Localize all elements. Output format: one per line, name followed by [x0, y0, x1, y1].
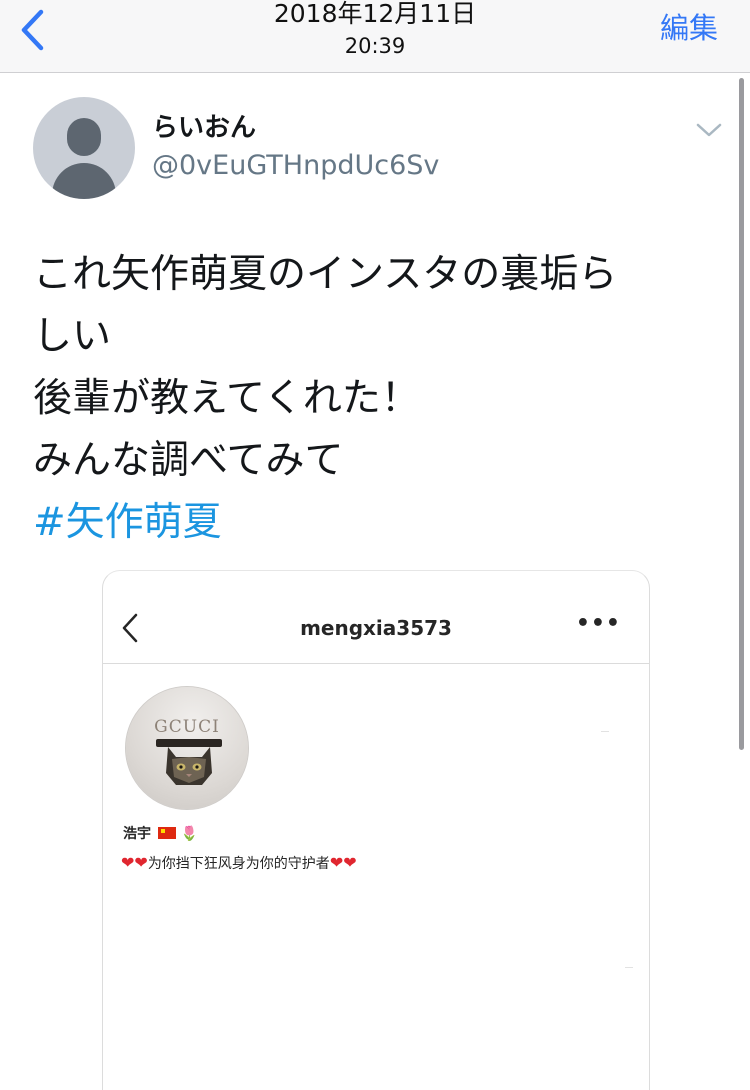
embedded-profile-bio: ❤❤为你挡下狂风身为你的守护者❤❤ — [121, 853, 357, 874]
embedded-profile-name: 浩宇 🌷 — [123, 824, 198, 844]
embedded-username: mengxia3573 — [300, 616, 452, 640]
tweet-line: しい — [33, 314, 112, 359]
default-avatar-head — [67, 118, 101, 156]
tweet-line: 後輩が教えてくれた！ — [33, 376, 420, 421]
author-display-name[interactable]: らいおん — [152, 112, 256, 144]
tweet-line: これ矢作萌夏のインスタの裏垢ら — [33, 252, 618, 297]
navigation-bar: 2018年12月11日 20:39 編集 — [0, 0, 750, 73]
avatar[interactable] — [33, 97, 135, 199]
shirt-brand-text: GCUCI — [154, 717, 220, 737]
default-avatar-body — [52, 163, 116, 199]
scrollbar[interactable] — [739, 78, 744, 750]
more-options-icon: ••• — [575, 611, 621, 636]
edit-button[interactable]: 編集 — [660, 10, 718, 46]
author-handle[interactable]: @0vEuGTHnpdUc6Sv — [152, 150, 439, 182]
heart-icon: ❤❤ — [121, 853, 148, 872]
hashtag-link[interactable]: #矢作萌夏 — [33, 492, 713, 554]
attached-image[interactable]: mengxia3573 ••• GCUCI 浩宇 🌷 ❤❤为你挡下狂风身为你的守… — [102, 570, 650, 1090]
profile-name-text: 浩宇 — [123, 826, 151, 842]
heart-icon: ❤❤ — [329, 853, 357, 872]
nav-date: 2018年12月11日 — [273, 0, 477, 28]
tweet-text: これ矢作萌夏のインスタの裏垢ら しい 後輩が教えてくれた！ みんな調べてみて #… — [33, 244, 713, 554]
chevron-down-icon[interactable] — [695, 120, 723, 140]
nav-time: 20:39 — [344, 34, 406, 58]
china-flag-icon — [157, 827, 176, 839]
image-artifact — [625, 967, 633, 968]
tweet-detail-screen: 2018年12月11日 20:39 編集 らいおん @0vEuGTHnpdUc6… — [0, 0, 750, 1090]
bio-text: 为你挡下狂风身为你的守护者 — [147, 856, 330, 872]
embedded-profile-photo: GCUCI — [125, 686, 249, 810]
tulip-icon: 🌷 — [180, 826, 199, 842]
embedded-profile-header: mengxia3573 ••• — [103, 571, 649, 664]
tweet-line: みんな調べてみて — [33, 438, 344, 483]
image-artifact — [601, 731, 609, 732]
cat-graphic-icon — [166, 747, 212, 785]
